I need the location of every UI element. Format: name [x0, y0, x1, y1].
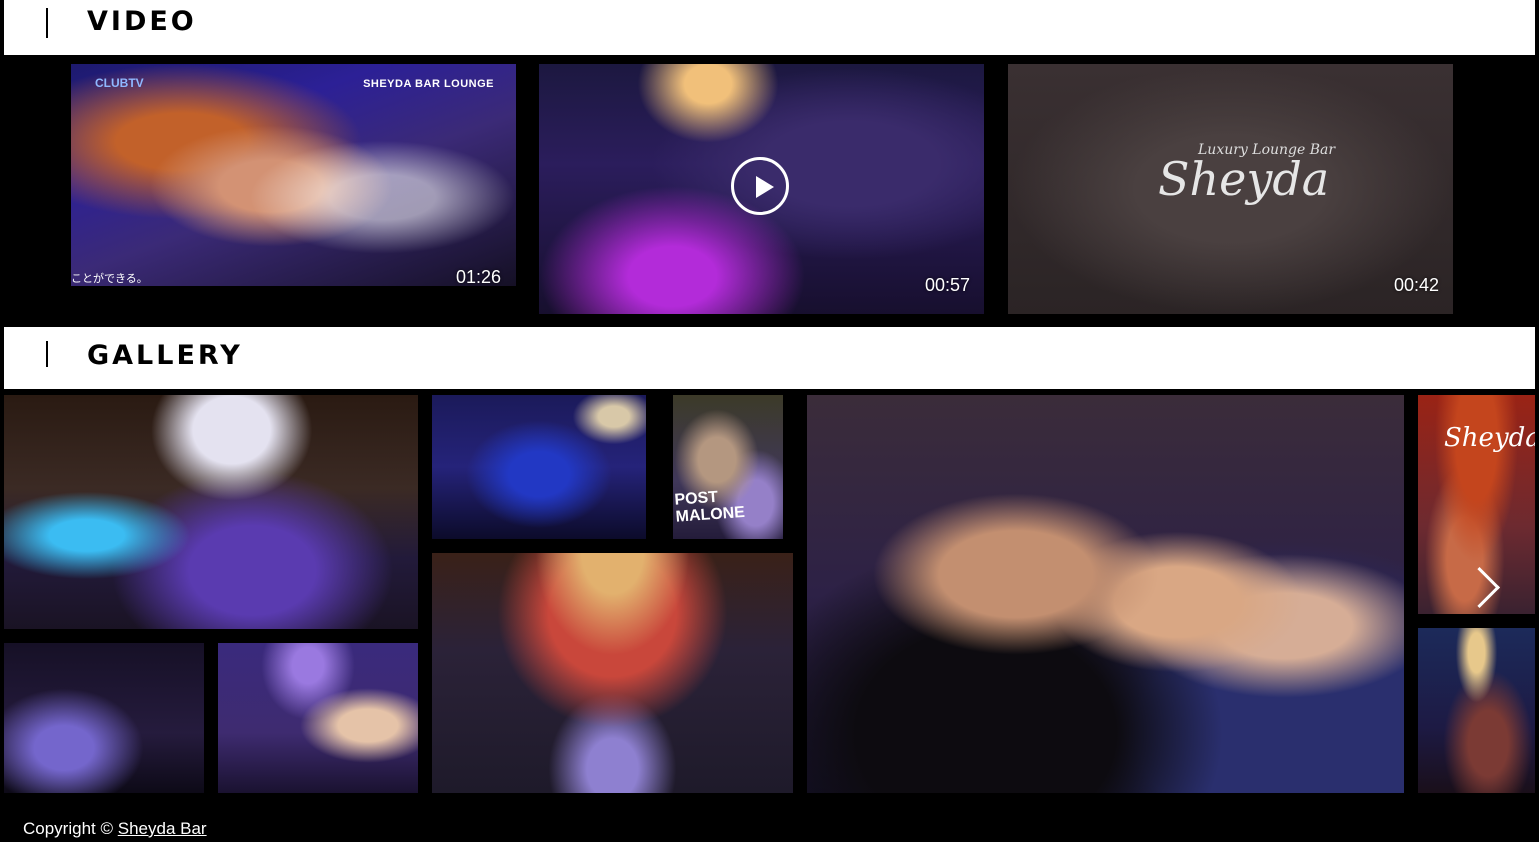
- video-overlay-right: SHEYDA BAR LOUNGE: [363, 78, 494, 90]
- header-divider: [46, 8, 48, 38]
- video-thumbnail-3[interactable]: Luxury Lounge Bar Sheyda 00:42: [1008, 64, 1453, 314]
- gallery-section-header: GALLERY: [4, 327, 1535, 389]
- gallery-photo-bar-counter[interactable]: [4, 395, 418, 629]
- video-section-title: VIDEO: [87, 6, 197, 37]
- video-caption: ことができる。: [71, 273, 148, 285]
- gallery-photo-hookah-smoke[interactable]: [218, 643, 418, 793]
- gallery-photo-lounge-dark[interactable]: [4, 643, 204, 793]
- video-thumbnail-1[interactable]: CLUBTV SHEYDA BAR LOUNGE ことができる。 01:26: [71, 64, 516, 286]
- video-logo-name: Sheyda: [1158, 152, 1330, 206]
- footer-copyright: Copyright © Sheyda Bar: [23, 819, 207, 839]
- header-divider: [46, 341, 48, 367]
- video-duration: 00:57: [924, 275, 970, 295]
- gallery-section-title: GALLERY: [87, 340, 243, 371]
- sheyda-bar-link[interactable]: Sheyda Bar: [118, 819, 207, 838]
- sheyda-logo-text: Sheyda: [1444, 423, 1535, 453]
- play-icon[interactable]: [731, 157, 789, 215]
- video-section-header: VIDEO: [4, 0, 1535, 55]
- video-thumbnail-2[interactable]: 00:57: [539, 64, 984, 314]
- gallery-photo-blue-lounge[interactable]: [432, 395, 646, 539]
- post-malone-text: POST MALONE: [673, 488, 746, 526]
- gallery-photo-crowd-flags[interactable]: [432, 553, 793, 793]
- gallery-photo-chandelier-guests[interactable]: [1418, 628, 1535, 793]
- gallery-photo-post-malone[interactable]: POST MALONE: [673, 395, 783, 539]
- chevron-right-icon[interactable]: [1461, 563, 1501, 619]
- copyright-text: Copyright ©: [23, 819, 114, 838]
- video-duration: 00:42: [1393, 275, 1439, 295]
- gallery-photo-group-selfie[interactable]: [807, 395, 1404, 793]
- video-overlay-left: CLUBTV: [95, 76, 144, 90]
- video-duration: 01:26: [455, 267, 501, 286]
